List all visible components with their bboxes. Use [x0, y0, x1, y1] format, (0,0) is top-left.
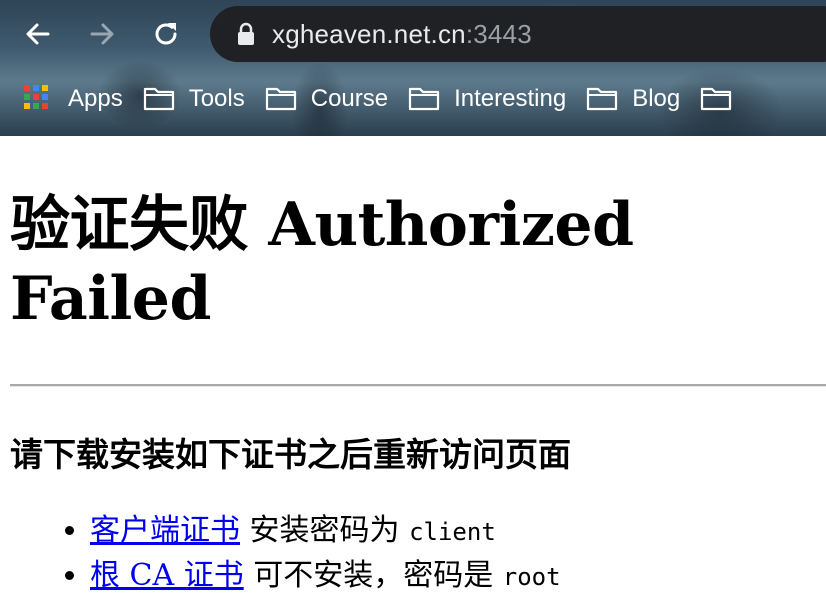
arrow-left-icon [26, 23, 50, 45]
bookmarks-bar: Apps Tools Course Interesting Blog [0, 78, 826, 120]
folder-icon [586, 86, 618, 112]
bookmark-folder-interesting[interactable]: Interesting [408, 85, 566, 113]
folder-icon [265, 86, 297, 112]
folder-icon [143, 86, 175, 112]
bookmark-folder-tools[interactable]: Tools [143, 85, 245, 113]
bookmark-folder-blog[interactable]: Blog [586, 85, 680, 113]
lock-icon [238, 22, 254, 45]
arrow-right-icon [90, 23, 114, 45]
browser-chrome: xgheaven.net.cn:3443 Apps Tools Course I… [0, 0, 826, 136]
bookmark-label: Tools [188, 85, 245, 112]
list-item-client-cert: 客户端证书 安装密码为 client [90, 509, 826, 554]
bookmark-folder-more[interactable] [700, 86, 746, 112]
page-subtitle: 请下载安装如下证书之后重新访问页面 [10, 435, 571, 474]
reload-button[interactable] [148, 16, 184, 52]
forward-button[interactable] [84, 16, 120, 52]
password-code: client [409, 518, 496, 546]
back-button[interactable] [20, 16, 56, 52]
url-text: xgheaven.net.cn:3443 [272, 19, 532, 50]
certificate-list: 客户端证书 安装密码为 client 根 CA 证书 可不安装，密码是 root [10, 509, 826, 599]
bookmark-apps[interactable]: Apps [22, 83, 123, 115]
bookmark-label: Apps [68, 85, 123, 112]
url-port: :3443 [465, 18, 532, 49]
list-item-root-ca: 根 CA 证书 可不安装，密码是 root [90, 554, 826, 599]
bookmark-label: Blog [632, 85, 681, 112]
folder-icon [408, 86, 440, 112]
address-bar[interactable]: xgheaven.net.cn:3443 [210, 6, 826, 62]
password-code: root [502, 563, 561, 591]
page-content: 验证失败 Authorized Failed 请下载安装如下证书之后重新访问页面… [0, 188, 826, 599]
list-item-text: 安装密码为 [240, 513, 410, 548]
reload-icon [155, 23, 177, 45]
bookmark-folder-course[interactable]: Course [265, 85, 388, 113]
root-ca-link[interactable]: 根 CA 证书 [90, 558, 244, 593]
bookmark-label: Interesting [454, 85, 567, 112]
page-title: 验证失败 Authorized Failed [10, 190, 634, 334]
client-cert-link[interactable]: 客户端证书 [90, 513, 240, 548]
url-host: xgheaven.net.cn [272, 18, 466, 49]
divider [10, 384, 826, 387]
folder-icon [700, 86, 732, 112]
apps-grid-icon [22, 83, 54, 115]
bookmark-label: Course [310, 85, 389, 112]
list-item-text: 可不安装，密码是 [243, 558, 503, 593]
